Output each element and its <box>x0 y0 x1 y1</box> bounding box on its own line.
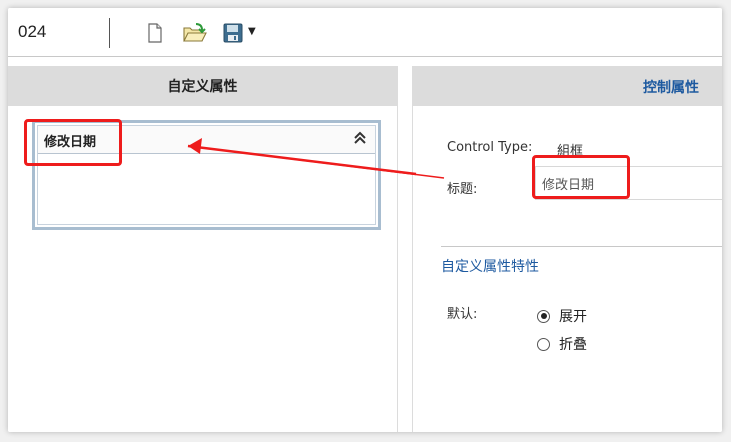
radio-expand-label: 展开 <box>559 309 587 325</box>
app-window: 024 ▼ 自定义属性 修改日期 控制属性 Control Type: 組框 标… <box>8 8 722 432</box>
floppy-disk-icon <box>223 23 243 43</box>
save-button[interactable] <box>222 22 244 44</box>
radio-checked-icon[interactable] <box>537 309 550 323</box>
toolbar: 024 ▼ <box>8 8 722 57</box>
custom-properties-header: 自定义属性 <box>8 66 397 106</box>
radio-collapse[interactable]: 折叠 <box>537 334 587 354</box>
annotation-highlight-title-input <box>532 155 630 199</box>
new-document-button[interactable] <box>144 22 166 44</box>
new-document-icon <box>148 23 162 43</box>
radio-collapse-label: 折叠 <box>559 337 587 353</box>
title-label: 标题: <box>447 182 478 197</box>
default-label: 默认: <box>447 307 478 322</box>
radio-expand[interactable]: 展开 <box>537 306 587 326</box>
control-properties-header: 控制属性 <box>413 66 722 106</box>
toolbar-divider <box>109 18 110 48</box>
double-chevron-up-icon[interactable] <box>353 130 367 146</box>
radio-unchecked-icon[interactable] <box>537 337 550 351</box>
custom-property-attributes-title: 自定义属性特性 <box>441 259 539 275</box>
section-divider <box>441 246 722 247</box>
open-folder-icon <box>183 23 207 42</box>
open-folder-button[interactable] <box>182 22 207 44</box>
control-properties-panel: 控制属性 Control Type: 組框 标题: 修改日期 自定义属性特性 默… <box>412 66 722 432</box>
control-type-label: Control Type: <box>447 140 533 155</box>
document-number: 024 <box>18 22 47 41</box>
annotation-highlight-group-title <box>24 119 122 166</box>
save-dropdown-arrow-icon[interactable]: ▼ <box>248 26 256 37</box>
control-properties-title: 控制属性 <box>643 80 699 96</box>
